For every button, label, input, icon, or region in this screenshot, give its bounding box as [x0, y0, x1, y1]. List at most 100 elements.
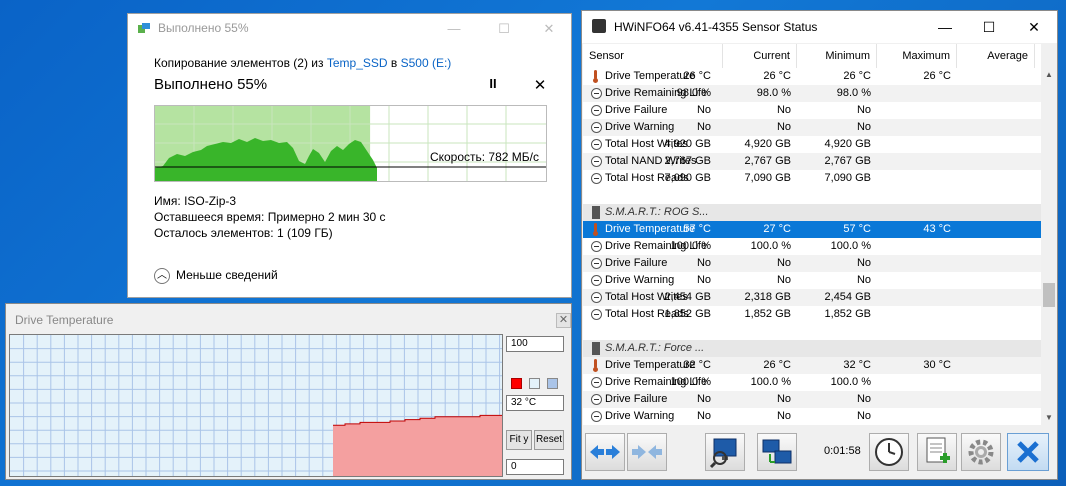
- clock-icon: [875, 438, 903, 466]
- sensor-value-minimum: 2,767 GB: [744, 155, 791, 167]
- hwinfo-title-bar[interactable]: HWiNFO64 v6.41-4355 Sensor Status — ☐ ✕: [582, 11, 1057, 43]
- pause-button[interactable]: II: [485, 76, 501, 91]
- sensor-value-average: 26 °C: [923, 70, 951, 82]
- network-button[interactable]: [757, 433, 797, 471]
- maximize-button[interactable]: ☐: [481, 14, 527, 44]
- report-button[interactable]: [705, 433, 745, 471]
- sensor-row[interactable]: Total Host Writes 4,920 GB 4,920 GB 4,920 G…: [583, 136, 1041, 153]
- sensor-row[interactable]: Drive Remaining Life 100.0 % 100.0 % 100.0 …: [583, 374, 1041, 391]
- max-value-field[interactable]: 100: [506, 336, 564, 352]
- column-header-sensor[interactable]: Sensor: [583, 44, 723, 68]
- background-color-swatch[interactable]: [529, 378, 540, 389]
- sensor-row[interactable]: Drive Failure No No No: [583, 255, 1041, 272]
- destination-link[interactable]: S500 (E:): [401, 56, 452, 70]
- column-header-average[interactable]: Average: [957, 44, 1035, 68]
- hwinfo-maximize-button[interactable]: ☐: [966, 11, 1012, 43]
- logging-button[interactable]: [917, 433, 957, 471]
- thermometer-icon: [593, 359, 598, 372]
- clock-reset-button[interactable]: [869, 433, 909, 471]
- name-value: ISO-Zip-3: [184, 194, 237, 208]
- sensor-row[interactable]: Total Host Reads 7,090 GB 7,090 GB 7,090 GB: [583, 170, 1041, 187]
- sensor-row[interactable]: Drive Warning No No No: [583, 119, 1041, 136]
- sensor-row[interactable]: Drive Failure No No No: [583, 102, 1041, 119]
- sensor-value-current: [637, 340, 711, 357]
- expand-arrows-button[interactable]: [585, 433, 625, 471]
- sensor-row[interactable]: Drive Remaining Life 98.0 % 98.0 % 98.0 %: [583, 85, 1041, 102]
- grid-color-swatch[interactable]: [547, 378, 558, 389]
- double-arrow-icon: [590, 445, 620, 459]
- column-header-current[interactable]: Current: [723, 44, 797, 68]
- sensor-row[interactable]: Drive Failure No No No: [583, 391, 1041, 408]
- sensor-value-current: No: [696, 393, 711, 405]
- sensor-value-average: [877, 306, 951, 323]
- sensor-group-row[interactable]: S.M.A.R.T.: Force ...: [583, 340, 1041, 357]
- sensor-value-maximum: 32 °C: [843, 359, 871, 371]
- graph-close-button[interactable]: ✕: [556, 313, 571, 328]
- column-header-maximum[interactable]: Maximum: [877, 44, 957, 68]
- copy-title-bar[interactable]: Выполнено 55% — ☐ ✕: [128, 14, 571, 44]
- sensor-value-current: 100.0 %: [670, 376, 711, 388]
- sensor-row[interactable]: Drive Temperature 57 °C 27 °C 57 °C 43 °C: [583, 221, 1041, 238]
- sensor-value-average: 30 °C: [923, 359, 951, 371]
- sensor-value-current: No: [696, 274, 711, 286]
- sensor-value-average: [877, 102, 951, 119]
- name-label: Имя:: [154, 194, 181, 208]
- settings-button[interactable]: [961, 433, 1001, 471]
- sensor-value-maximum: [797, 204, 871, 221]
- minimize-button[interactable]: —: [431, 14, 477, 44]
- sensor-gauge-icon: [591, 292, 602, 303]
- sensor-value-average: [877, 391, 951, 408]
- fit-y-button[interactable]: Fit y: [506, 430, 532, 450]
- close-sensors-button[interactable]: [1007, 433, 1049, 471]
- sensor-value-current: 4,920 GB: [664, 138, 711, 150]
- sensor-value-average: [877, 238, 951, 255]
- copy-description: Копирование элементов (2) из Temp_SSD в …: [154, 56, 451, 70]
- sensor-value-minimum: [717, 204, 791, 221]
- scroll-up-icon[interactable]: ▲: [1041, 68, 1057, 82]
- sensor-value-maximum: 26 °C: [843, 70, 871, 82]
- sensor-value-minimum: 26 °C: [763, 359, 791, 371]
- sensor-row[interactable]: Drive Temperature 32 °C 26 °C 32 °C 30 °C: [583, 357, 1041, 374]
- sensor-value-current: 100.0 %: [670, 240, 711, 252]
- hwinfo-app-icon: [592, 19, 606, 33]
- time-value: Примерно 2 мин 30 с: [267, 210, 386, 224]
- sensor-value-minimum: No: [776, 104, 791, 116]
- sensor-row[interactable]: Drive Warning No No No: [583, 408, 1041, 425]
- close-window-button[interactable]: ✕: [526, 14, 572, 44]
- items-row: Осталось элементов: 1 (109 ГБ): [154, 226, 333, 240]
- less-details-button[interactable]: ︿ Меньше сведений: [154, 268, 278, 284]
- sensor-value-minimum: 4,920 GB: [744, 138, 791, 150]
- drive-temperature-graph-window: Drive Temperature ✕ 100 32 °C Fit y Rese…: [5, 303, 572, 480]
- collapse-arrows-button[interactable]: [627, 433, 667, 471]
- sensor-value-maximum: 4,920 GB: [824, 138, 871, 150]
- scroll-down-icon[interactable]: ▼: [1041, 411, 1057, 425]
- source-link[interactable]: Temp_SSD: [327, 56, 388, 70]
- sensor-value-maximum: [797, 340, 871, 357]
- scroll-thumb[interactable]: [1043, 283, 1055, 307]
- sensor-row[interactable]: Drive Remaining Life 100.0 % 100.0 % 100.0 …: [583, 238, 1041, 255]
- trace-color-swatch[interactable]: [511, 378, 522, 389]
- sensor-row[interactable]: Total Host Reads 1,852 GB 1,852 GB 1,852 GB: [583, 306, 1041, 323]
- sensor-value-average: [877, 170, 951, 187]
- sensor-value-maximum: 2,454 GB: [824, 291, 871, 303]
- elapsed-timer: 0:01:58: [824, 445, 861, 457]
- hwinfo-close-button[interactable]: ✕: [1011, 11, 1057, 43]
- sensor-row[interactable]: Drive Warning No No No: [583, 272, 1041, 289]
- time-label: Оставшееся время:: [154, 210, 265, 224]
- spacer-row: [583, 323, 1041, 340]
- cancel-copy-button[interactable]: ✕: [532, 76, 548, 94]
- reset-button[interactable]: Reset: [534, 430, 564, 450]
- sensor-gauge-icon: [591, 105, 602, 116]
- sensor-row[interactable]: Total Host Writes 2,454 GB 2,318 GB 2,454 G…: [583, 289, 1041, 306]
- sensor-group-row[interactable]: S.M.A.R.T.: ROG S...: [583, 204, 1041, 221]
- column-header-minimum[interactable]: Minimum: [797, 44, 877, 68]
- sensor-row[interactable]: Total NAND Writes 2,767 GB 2,767 GB 2,767 G…: [583, 153, 1041, 170]
- sensor-row[interactable]: Drive Temperature 26 °C 26 °C 26 °C 26 °C: [583, 68, 1041, 85]
- min-value-field[interactable]: 0: [506, 459, 564, 475]
- sensor-value-current: 2,767 GB: [664, 155, 711, 167]
- hwinfo-minimize-button[interactable]: —: [922, 11, 968, 43]
- sensor-value-current: 57 °C: [683, 223, 711, 235]
- sensor-scrollbar[interactable]: ▲ ▼: [1041, 68, 1057, 425]
- current-value-field: 32 °C: [506, 395, 564, 411]
- gear-icon: [968, 439, 994, 465]
